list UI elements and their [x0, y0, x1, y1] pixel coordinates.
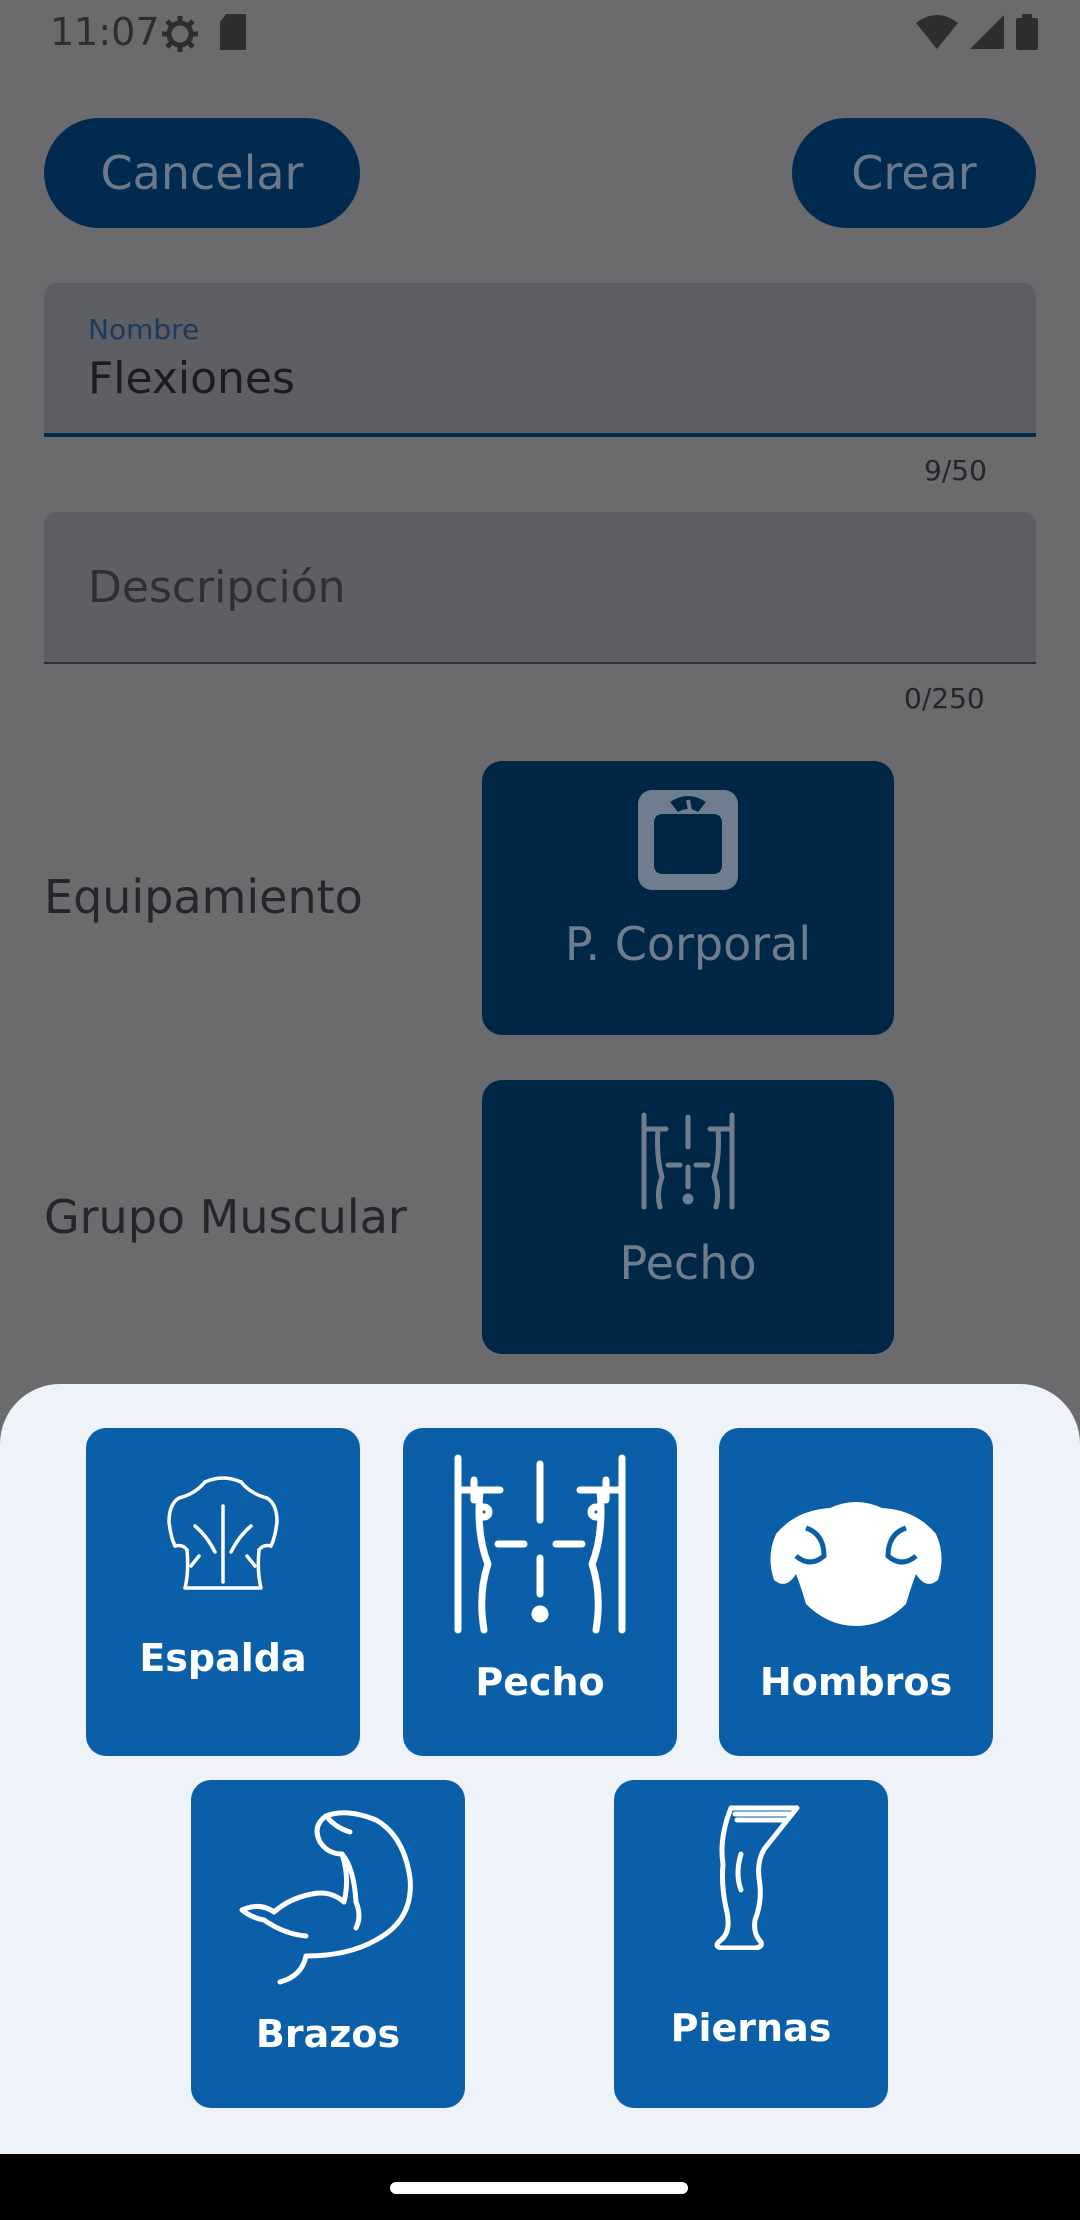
wifi-icon [916, 15, 958, 53]
chest-icon [450, 1454, 630, 1634]
back-icon [165, 1452, 281, 1592]
cancel-button[interactable]: Cancelar [44, 118, 360, 228]
equipment-selector[interactable]: P. Corporal [482, 761, 894, 1035]
description-field[interactable]: Descripción [44, 512, 1036, 664]
status-bar: 11:07 [0, 0, 1080, 66]
muscle-option-piernas[interactable]: Piernas [614, 1780, 888, 2108]
muscle-option-label: Hombros [759, 1660, 953, 1704]
signal-icon [970, 15, 1004, 53]
create-button[interactable]: Crear [792, 118, 1036, 228]
battery-icon [1016, 14, 1038, 54]
name-char-counter: 9/50 [924, 454, 987, 487]
leg-icon [701, 1804, 801, 1950]
description-placeholder: Descripción [88, 562, 346, 613]
muscle-group-sheet: Espalda Pecho Hombros Brazos Piernas [0, 1384, 1080, 2154]
equipment-selected-label: P. Corporal [564, 917, 812, 971]
scale-icon [636, 785, 740, 895]
status-time: 11:07 [50, 10, 160, 54]
muscle-group-selected-label: Pecho [619, 1236, 757, 1290]
muscle-option-label: Brazos [255, 2012, 401, 2056]
name-field[interactable]: Nombre Flexiones [44, 283, 1036, 437]
name-field-label: Nombre [88, 313, 200, 346]
chest-icon [636, 1104, 740, 1214]
muscle-option-brazos[interactable]: Brazos [191, 1780, 465, 2108]
muscle-option-label: Espalda [139, 1636, 307, 1680]
muscle-option-label: Pecho [475, 1660, 605, 1704]
shoulders-icon [766, 1454, 946, 1634]
name-field-value: Flexiones [88, 353, 295, 404]
muscle-option-pecho[interactable]: Pecho [403, 1428, 677, 1756]
description-char-counter: 0/250 [904, 682, 985, 715]
sd-card-icon [218, 14, 248, 58]
equipment-label: Equipamiento [44, 870, 363, 924]
navigation-bar [0, 2154, 1080, 2220]
muscle-option-espalda[interactable]: Espalda [86, 1428, 360, 1756]
muscle-option-label: Piernas [670, 2006, 832, 2050]
muscle-group-selector[interactable]: Pecho [482, 1080, 894, 1354]
muscle-group-label: Grupo Muscular [44, 1190, 407, 1244]
home-gesture-handle[interactable] [390, 2182, 688, 2194]
settings-icon [160, 14, 200, 58]
muscle-option-hombros[interactable]: Hombros [719, 1428, 993, 1756]
arm-icon [238, 1806, 418, 1986]
